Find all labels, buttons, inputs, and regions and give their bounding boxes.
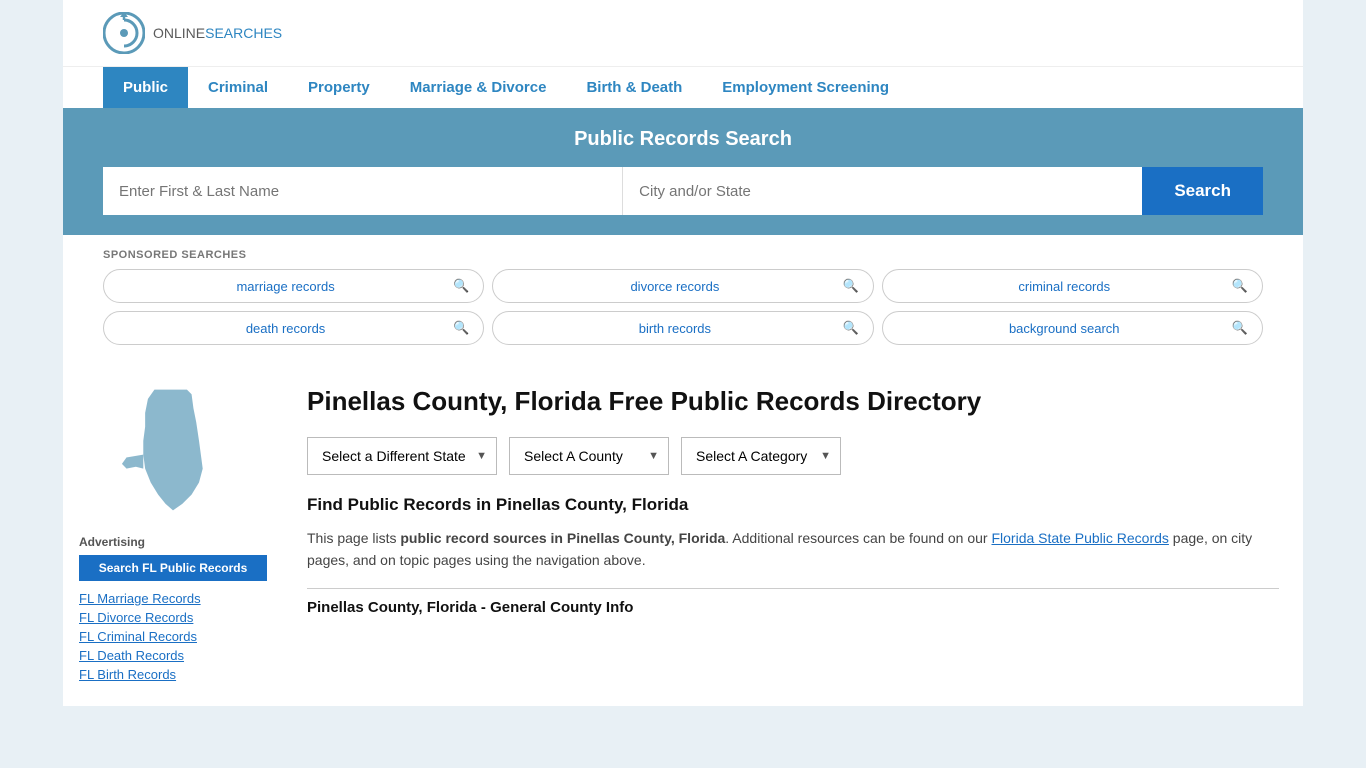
sponsored-item-divorce[interactable]: divorce records 🔍 [492, 269, 873, 303]
main-nav: Public Criminal Property Marriage & Divo… [63, 66, 1303, 108]
search-icon-marriage: 🔍 [453, 278, 469, 294]
desc-part1: This page lists [307, 530, 400, 546]
header: ONLINESEARCHES [63, 0, 1303, 66]
sidebar-link-divorce[interactable]: FL Divorce Records [79, 610, 267, 625]
content-area: Pinellas County, Florida Free Public Rec… [283, 365, 1303, 706]
search-banner-title: Public Records Search [103, 128, 1263, 151]
search-icon-divorce: 🔍 [842, 278, 858, 294]
sponsored-section: SPONSORED SEARCHES marriage records 🔍 di… [63, 235, 1303, 345]
sponsored-item-background[interactable]: background search 🔍 [882, 311, 1263, 345]
sponsored-grid: marriage records 🔍 divorce records 🔍 cri… [103, 269, 1263, 345]
desc-part2: . Additional resources can be found on o… [725, 530, 991, 546]
find-title: Find Public Records in Pinellas County, … [307, 495, 1279, 515]
search-icon-background: 🔍 [1232, 320, 1248, 336]
category-dropdown-wrapper: Select A Category [681, 437, 841, 475]
sponsored-text-marriage: marriage records [118, 279, 453, 294]
sidebar-link-criminal[interactable]: FL Criminal Records [79, 629, 267, 644]
search-banner: Public Records Search Search [63, 108, 1303, 235]
sidebar-link-birth[interactable]: FL Birth Records [79, 667, 267, 682]
advertising-label: Advertising [79, 535, 267, 549]
nav-birth-death[interactable]: Birth & Death [566, 67, 702, 108]
state-dropdown-wrapper: Select a Different State [307, 437, 497, 475]
category-dropdown[interactable]: Select A Category [681, 437, 841, 475]
sponsored-item-criminal[interactable]: criminal records 🔍 [882, 269, 1263, 303]
page-title: Pinellas County, Florida Free Public Rec… [307, 385, 1279, 419]
sponsored-text-birth: birth records [507, 321, 842, 336]
search-form: Search [103, 167, 1263, 215]
sponsored-item-death[interactable]: death records 🔍 [103, 311, 484, 345]
nav-public[interactable]: Public [103, 67, 188, 108]
logo: ONLINESEARCHES [103, 12, 282, 54]
section-divider [307, 588, 1279, 589]
florida-map [113, 385, 233, 515]
sponsored-text-criminal: criminal records [897, 279, 1232, 294]
sidebar-link-death[interactable]: FL Death Records [79, 648, 267, 663]
search-button[interactable]: Search [1142, 167, 1263, 215]
county-dropdown[interactable]: Select A County [509, 437, 669, 475]
location-input[interactable] [623, 167, 1142, 215]
desc-bold: public record sources in Pinellas County… [400, 530, 725, 546]
sidebar-link-marriage[interactable]: FL Marriage Records [79, 591, 267, 606]
nav-criminal[interactable]: Criminal [188, 67, 288, 108]
desc-link[interactable]: Florida State Public Records [991, 530, 1168, 546]
nav-marriage-divorce[interactable]: Marriage & Divorce [390, 67, 567, 108]
name-input[interactable] [103, 167, 623, 215]
sidebar-ad-button[interactable]: Search FL Public Records [79, 555, 267, 581]
sponsored-item-marriage[interactable]: marriage records 🔍 [103, 269, 484, 303]
general-county-title: Pinellas County, Florida - General Count… [307, 599, 1279, 616]
search-icon-birth: 🔍 [842, 320, 858, 336]
sponsored-text-background: background search [897, 321, 1232, 336]
county-dropdown-wrapper: Select A County [509, 437, 669, 475]
sponsored-item-birth[interactable]: birth records 🔍 [492, 311, 873, 345]
nav-employment[interactable]: Employment Screening [702, 67, 909, 108]
sponsored-label: SPONSORED SEARCHES [103, 249, 1263, 261]
search-icon-death: 🔍 [453, 320, 469, 336]
sidebar: Advertising Search FL Public Records FL … [63, 365, 283, 706]
search-icon-criminal: 🔍 [1232, 278, 1248, 294]
nav-property[interactable]: Property [288, 67, 390, 108]
main-container: Advertising Search FL Public Records FL … [63, 365, 1303, 706]
sponsored-text-death: death records [118, 321, 453, 336]
logo-icon [103, 12, 145, 54]
state-dropdown[interactable]: Select a Different State [307, 437, 497, 475]
dropdowns-row: Select a Different State Select A County… [307, 437, 1279, 475]
description-text: This page lists public record sources in… [307, 527, 1279, 572]
sponsored-text-divorce: divorce records [507, 279, 842, 294]
logo-text: ONLINESEARCHES [153, 25, 282, 41]
